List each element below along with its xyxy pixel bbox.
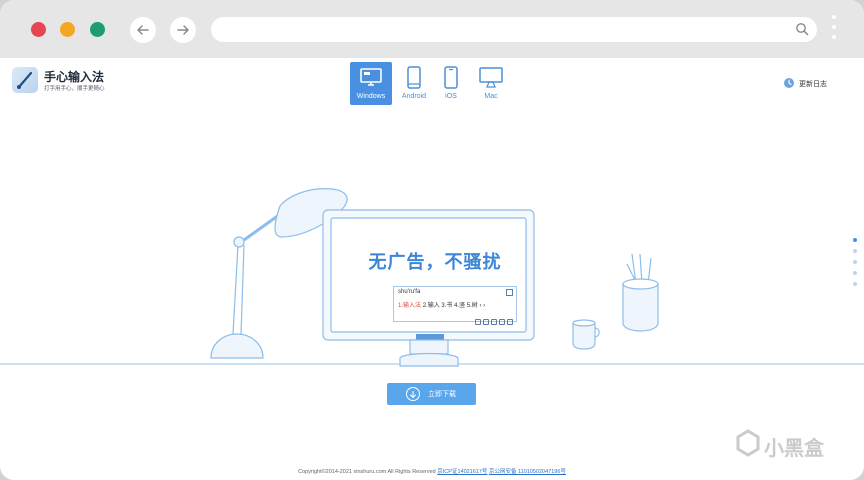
coffee-mug [572,319,600,350]
page-arrows-icon: ‹ › [479,303,486,309]
ime-candidate: 2.输入 [422,303,440,309]
section-dot[interactable] [853,282,857,286]
section-dot[interactable] [853,260,857,264]
browser-chrome [0,0,864,58]
arrow-right-icon [177,25,189,35]
url-input[interactable] [225,21,785,38]
ime-settings-icon [506,289,513,296]
ime-pinyin: shu'ru'fa [398,289,421,295]
forward-button[interactable] [170,17,196,43]
xiaoheihe-logo-icon [736,429,760,457]
ime-candidate: 3.书 [441,303,453,309]
back-button[interactable] [130,17,156,43]
ime-candidate: 1.输入法 [398,303,422,309]
web-page: 手心输入法 打字用手心，顺手更随心 Windows Android iOS Ma… [0,58,864,480]
watermark-text: 小黑盒 [764,438,824,460]
footer: Copyright©2014-2021 xinshuru.com All Rig… [0,467,864,475]
download-arrow-icon [406,387,420,401]
close-window-button[interactable] [31,22,46,37]
ime-candidates: 1.输入法 2.输入 3.书 4.竖 5.树 ‹ › [398,300,485,309]
maximize-window-button[interactable] [90,22,105,37]
section-dot[interactable] [853,271,857,275]
xiaoheihe-watermark: 小黑盒 [734,429,824,461]
download-button[interactable]: 立即下载 [387,383,476,405]
arrow-left-icon [137,25,149,35]
kebab-menu-icon[interactable] [831,15,837,45]
address-bar[interactable] [211,17,817,42]
ime-toolbar [473,312,513,325]
ime-candidate: 4.竖 [454,303,466,309]
ime-candidate: 5.树 [466,303,478,309]
section-dot[interactable] [853,249,857,253]
download-label: 立即下载 [428,391,456,398]
minimize-window-button[interactable] [60,22,75,37]
ime-candidate-window: shu'ru'fa 1.输入法 2.输入 3.书 4.竖 5.树 ‹ › [393,286,517,325]
icp-link[interactable]: 京ICP证14021617号 [437,469,487,475]
section-nav-dots [853,238,859,293]
search-icon[interactable] [795,22,809,41]
police-record-link[interactable]: 京公网安备 11010502047196号 [489,469,566,475]
hero-headline: 无广告，不骚扰 [368,252,502,272]
footer-copyright: Copyright©2014-2021 xinshuru.com All Rig… [298,469,436,475]
browser-window: 手心输入法 打字用手心，顺手更随心 Windows Android iOS Ma… [0,0,864,480]
pen-holder [622,253,659,332]
section-dot[interactable] [853,238,857,242]
